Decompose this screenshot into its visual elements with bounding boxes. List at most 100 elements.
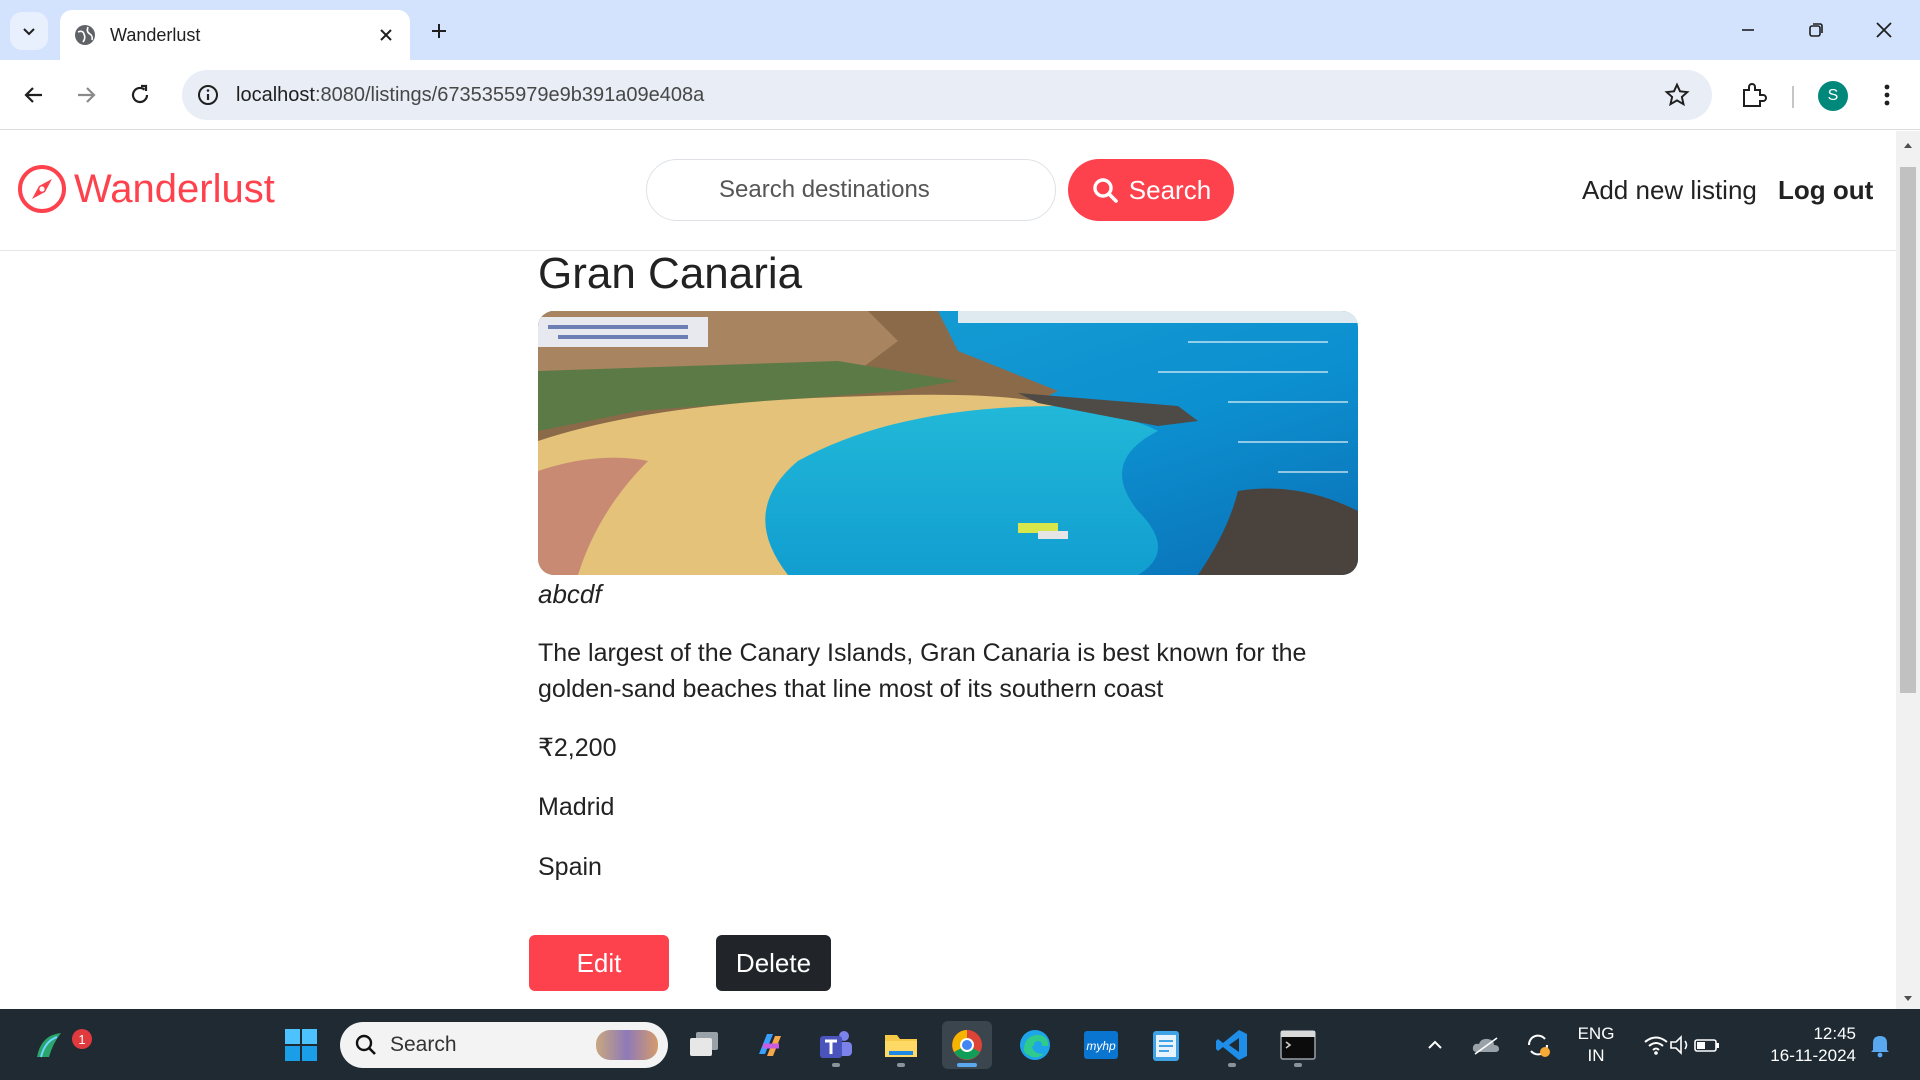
listing-country: Spain bbox=[538, 853, 602, 881]
listing-location: Madrid bbox=[538, 793, 615, 821]
search-icon bbox=[1093, 178, 1118, 203]
task-view-button[interactable] bbox=[680, 1021, 730, 1069]
show-hidden-icons-button[interactable] bbox=[1418, 1021, 1452, 1069]
search-button-label: Search bbox=[1128, 174, 1212, 205]
extensions-icon[interactable] bbox=[1738, 80, 1768, 110]
running-indicator bbox=[832, 1063, 840, 1067]
onedrive-icon bbox=[1472, 1037, 1499, 1055]
search-icon bbox=[355, 1034, 376, 1055]
bell-icon bbox=[1871, 1036, 1889, 1058]
destination-search-input[interactable] bbox=[646, 159, 1056, 221]
language-indicator[interactable]: ENG IN bbox=[1576, 1023, 1616, 1067]
myhp-icon: myhp bbox=[1084, 1031, 1118, 1059]
site-info-icon[interactable] bbox=[196, 83, 220, 107]
restore-button[interactable] bbox=[1782, 0, 1850, 60]
task-view-icon bbox=[690, 1032, 718, 1056]
volume-icon bbox=[1670, 1035, 1688, 1055]
chevron-down-icon bbox=[23, 28, 35, 36]
onedrive-button[interactable] bbox=[1466, 1021, 1506, 1069]
chrome-icon bbox=[952, 1030, 982, 1060]
tab-title: Wanderlust bbox=[110, 24, 201, 45]
widgets-button[interactable]: 1 bbox=[24, 1021, 92, 1069]
chevron-up-icon bbox=[1428, 1040, 1442, 1049]
edge-button[interactable] bbox=[1010, 1021, 1060, 1069]
delete-button[interactable]: Delete bbox=[716, 935, 831, 991]
back-button[interactable] bbox=[14, 75, 54, 115]
start-button[interactable] bbox=[276, 1021, 326, 1069]
listing-image bbox=[538, 311, 1358, 575]
forward-button[interactable] bbox=[66, 75, 106, 115]
notepad-icon bbox=[1153, 1031, 1179, 1061]
add-listing-link[interactable]: Add new listing bbox=[1582, 175, 1757, 206]
sync-status-button[interactable] bbox=[1518, 1021, 1558, 1069]
scroll-down-icon[interactable] bbox=[1902, 993, 1914, 1005]
clock-time: 12:45 bbox=[1813, 1024, 1856, 1043]
compass-icon bbox=[18, 165, 66, 213]
close-icon bbox=[1876, 22, 1892, 38]
running-indicator bbox=[957, 1063, 977, 1067]
listing-price: ₹2,200 bbox=[538, 734, 617, 762]
menu-kebab-icon[interactable] bbox=[1872, 80, 1902, 110]
reload-button[interactable] bbox=[120, 75, 160, 115]
start-icon bbox=[285, 1029, 317, 1061]
language-code: ENG bbox=[1577, 1024, 1615, 1043]
url-path: :8080/listings/6735355979e9b391a09e408a bbox=[314, 83, 705, 106]
close-window-button[interactable] bbox=[1850, 0, 1918, 60]
brand-name: Wanderlust bbox=[74, 166, 275, 211]
quick-settings-button[interactable] bbox=[1634, 1021, 1730, 1069]
tab-strip: Wanderlust bbox=[0, 0, 1920, 60]
battery-icon bbox=[1694, 1039, 1719, 1052]
listing-owner: abcdf bbox=[538, 579, 602, 609]
toolbar-separator bbox=[1792, 86, 1794, 108]
region-code: IN bbox=[1587, 1046, 1605, 1065]
globe-icon bbox=[75, 25, 95, 45]
scroll-up-icon[interactable] bbox=[1902, 139, 1914, 151]
brand-logo-link[interactable]: Wanderlust bbox=[16, 163, 275, 215]
taskbar-search-label: Search bbox=[390, 1033, 457, 1056]
arrow-right-icon bbox=[78, 87, 96, 103]
terminal-button[interactable] bbox=[1273, 1021, 1323, 1069]
myhp-button[interactable]: myhp bbox=[1076, 1021, 1126, 1069]
site-navbar: Wanderlust Search Add new listing Log ou… bbox=[0, 131, 1896, 251]
search-highlight-image bbox=[596, 1030, 658, 1060]
notepad-button[interactable] bbox=[1141, 1021, 1191, 1069]
edit-button[interactable]: Edit bbox=[529, 935, 669, 991]
sync-icon bbox=[1527, 1034, 1550, 1057]
file-explorer-button[interactable] bbox=[876, 1021, 926, 1069]
taskbar-search[interactable]: Search bbox=[340, 1022, 668, 1068]
weather-widget-icon bbox=[37, 1033, 61, 1058]
chrome-button[interactable] bbox=[942, 1021, 992, 1069]
edge-icon bbox=[1020, 1030, 1050, 1060]
tab-search-button[interactable] bbox=[10, 12, 48, 50]
page-scrollbar[interactable] bbox=[1896, 131, 1920, 1009]
wifi-icon bbox=[1644, 1036, 1668, 1055]
running-indicator bbox=[1294, 1063, 1302, 1067]
url-host: localhost bbox=[236, 83, 315, 106]
reload-icon bbox=[131, 84, 149, 104]
running-indicator bbox=[897, 1063, 905, 1067]
terminal-icon bbox=[1280, 1030, 1316, 1060]
bookmark-star-icon[interactable] bbox=[1664, 82, 1690, 108]
teams-icon bbox=[820, 1031, 852, 1058]
system-clock[interactable]: 12:45 16-11-2024 bbox=[1756, 1023, 1856, 1067]
vscode-button[interactable] bbox=[1207, 1021, 1257, 1069]
new-tab-button[interactable] bbox=[424, 16, 454, 46]
notifications-button[interactable] bbox=[1862, 1021, 1898, 1069]
teams-button[interactable] bbox=[811, 1021, 861, 1069]
file-explorer-icon bbox=[885, 1035, 917, 1057]
windows-taskbar: 1 Search myhp ENG IN 12:45 16-11-2024 bbox=[0, 1009, 1920, 1080]
clock-date: 16-11-2024 bbox=[1770, 1046, 1856, 1065]
address-bar[interactable]: localhost:8080/listings/6735355979e9b391… bbox=[182, 70, 1712, 120]
close-tab-icon[interactable] bbox=[376, 25, 396, 45]
running-indicator bbox=[1228, 1063, 1236, 1067]
copilot-button[interactable] bbox=[745, 1021, 795, 1069]
listing-title: Gran Canaria bbox=[538, 249, 803, 298]
browser-tab[interactable]: Wanderlust bbox=[60, 10, 410, 60]
search-button[interactable]: Search bbox=[1068, 159, 1234, 221]
profile-avatar[interactable]: S bbox=[1818, 81, 1848, 111]
logout-link[interactable]: Log out bbox=[1778, 175, 1873, 206]
page-viewport: Wanderlust Search Add new listing Log ou… bbox=[0, 131, 1896, 1009]
minimize-button[interactable] bbox=[1714, 0, 1782, 60]
copilot-icon bbox=[759, 1034, 781, 1056]
scrollbar-thumb[interactable] bbox=[1900, 167, 1916, 693]
